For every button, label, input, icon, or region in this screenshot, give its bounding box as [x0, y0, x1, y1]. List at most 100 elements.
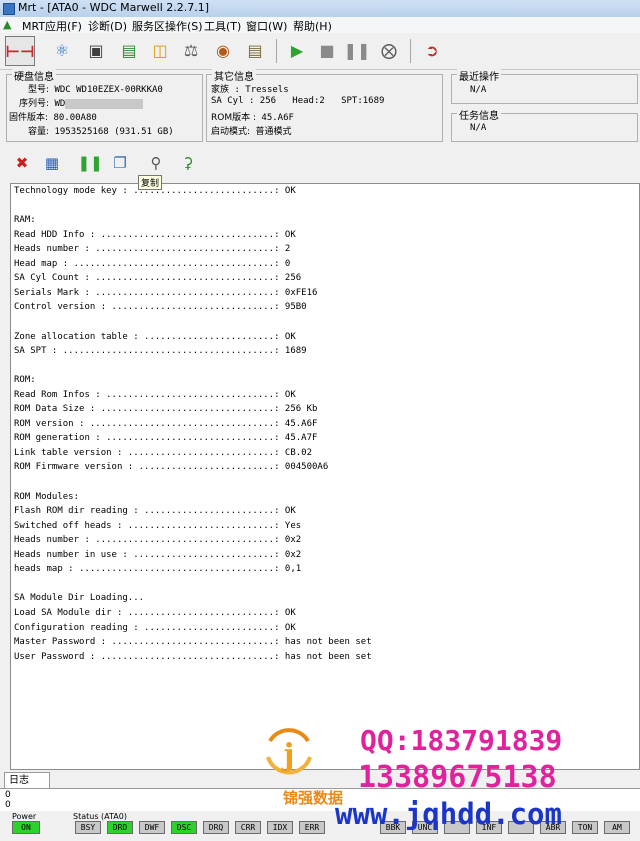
find-icon[interactable]: ⚲: [144, 150, 168, 176]
title-bar: Mrt - [ATA0 - WDC Marwell 2.2.7.1]: [0, 0, 640, 18]
exit-icon[interactable]: ➲: [418, 36, 446, 64]
output-line: Control version : ......................…: [14, 302, 307, 313]
family-row: 家族 : Tressels: [211, 85, 289, 95]
serial-value: WD: [54, 99, 66, 109]
find-next-icon[interactable]: ⚳: [176, 150, 200, 176]
sa-cyl-row: SA Cyl : 256 Head:2 SPT:1689: [211, 96, 385, 106]
menu-bar: ▲ MRT应用(F) 诊断(D) 服务区操作(S) 工具(T) 窗口(W) 帮助…: [0, 17, 640, 34]
output-line: SA SPT : ...............................…: [14, 346, 307, 357]
output-line: ROM Data Size : ........................…: [14, 404, 318, 415]
output-toolbar: ✖ ▦ ❚❚ ❐ ⚲ ⚳: [0, 147, 640, 179]
output-line: ROM Modules:: [14, 491, 80, 502]
output-line: Configuration reading : ................…: [14, 622, 296, 633]
model-row: 型号: WDC WD10EZEX-00RKKA0: [28, 85, 163, 95]
app-menu-icon[interactable]: ▲: [3, 19, 15, 30]
output-line: ROM generation : .......................…: [14, 433, 318, 444]
task-info-panel: 任务信息 N/A: [451, 107, 638, 142]
ata-status-label: Status (ATA0): [73, 812, 127, 821]
watermark-url: www.jqhdd.com: [335, 797, 562, 831]
firmware-row: 固件版本: 80.00A80: [9, 113, 97, 123]
main-toolbar: ⊢⊣ ⚛ ▣ ▤ ◫ ⚖ ◉ ▤ ▶ ■ ❚❚ ⨂ ➲: [0, 33, 640, 70]
head-value: 2: [319, 96, 325, 106]
copy-icon[interactable]: ❐: [108, 150, 132, 176]
stop-icon[interactable]: ■: [313, 36, 341, 64]
spt-value: 1689: [362, 96, 385, 106]
boot-mode-value: 普通模式: [255, 127, 292, 137]
output-line: Link table version : ...................…: [14, 447, 313, 458]
recent-operation-title: 最近操作: [457, 68, 501, 83]
flag-dsc: DSC: [171, 821, 197, 834]
output-line: Master Password : ......................…: [14, 637, 372, 648]
power-label: Power: [12, 812, 37, 821]
tools-icon[interactable]: ⚖: [177, 36, 205, 64]
output-line: ROM version : ..........................…: [14, 418, 318, 429]
output-line: Head map : .............................…: [14, 258, 291, 269]
serial-row: 序列号: WD: [19, 96, 144, 109]
flag-crr: CRR: [235, 821, 261, 834]
task-info-title: 任务信息: [457, 107, 501, 122]
output-line: Read Rom Infos : .......................…: [14, 389, 296, 400]
firmware-value: 80.00A80: [53, 113, 97, 123]
recent-operation-panel: 最近操作 N/A: [451, 68, 638, 104]
sa-cyl-value: : 256: [248, 96, 277, 106]
logo-letter: j: [281, 738, 295, 773]
watermark-phone: 13389675138: [358, 760, 557, 795]
menu-help[interactable]: 帮助(H): [293, 18, 332, 34]
pause-icon[interactable]: ❚❚: [343, 36, 371, 64]
menu-mrt-apps[interactable]: MRT应用(F): [22, 18, 82, 34]
app-icon: [3, 3, 15, 15]
play-icon[interactable]: ▶: [283, 36, 311, 64]
rom-row: ROM版本 : 45.A6F: [211, 113, 294, 123]
rom-value: 45.A6F: [261, 113, 294, 123]
disk-platter-icon[interactable]: ◉: [209, 36, 237, 64]
error-flag: TON: [572, 821, 598, 834]
output-line: ROM Firmware version : .................…: [14, 462, 329, 473]
output-line: ROM:: [14, 375, 36, 386]
menu-window[interactable]: 窗口(W): [246, 18, 287, 34]
capacity-row: 容量: 1953525168 (931.51 GB): [28, 127, 174, 137]
flag-dwf: DWF: [139, 821, 165, 834]
output-line: SA Cyl Count : .........................…: [14, 273, 302, 284]
cancel-icon[interactable]: ⨂: [375, 36, 403, 64]
menu-tools[interactable]: 工具(T): [204, 18, 241, 34]
output-line: Switched off heads : ...................…: [14, 520, 302, 531]
power-indicator: ON: [12, 821, 40, 834]
toolbar-separator: [410, 39, 411, 63]
jq-logo: j: [266, 728, 312, 775]
save-icon[interactable]: ▦: [40, 150, 64, 176]
disk-info-panel: 硬盘信息 型号: WDC WD10EZEX-00RKKA0 序列号: WD 固件…: [6, 68, 203, 142]
output-log[interactable]: Technology mode key : ..................…: [10, 183, 640, 770]
flag-err: ERR: [299, 821, 325, 834]
capacity-value: 1953525168 (931.51 GB): [54, 127, 174, 137]
output-line: Heads number in use : ..................…: [14, 549, 302, 560]
board-icon[interactable]: ▤: [115, 36, 143, 64]
log-line: 0: [5, 790, 11, 800]
tab-log[interactable]: 日志: [4, 772, 50, 789]
output-line: RAM:: [14, 215, 36, 226]
menu-service-area[interactable]: 服务区操作(S): [132, 18, 203, 34]
report-icon[interactable]: ▤: [241, 36, 269, 64]
other-info-panel: 其它信息 家族 : Tressels SA Cyl : 256 Head:2 S…: [206, 68, 443, 142]
drive-info-icon[interactable]: ⚛: [48, 36, 76, 64]
output-line: Heads number : .........................…: [14, 244, 291, 255]
output-line: heads map : ............................…: [14, 564, 302, 575]
chip-icon[interactable]: ▣: [82, 36, 110, 64]
clear-icon[interactable]: ✖: [10, 150, 34, 176]
window-title: Mrt - [ATA0 - WDC Marwell 2.2.7.1]: [18, 1, 210, 14]
output-line: SA Module Dir Loading...: [14, 593, 145, 604]
error-flag: AM: [604, 821, 630, 834]
flag-drd: DRD: [107, 821, 133, 834]
log-line: 0: [5, 800, 11, 810]
disk-info-title: 硬盘信息: [12, 68, 56, 83]
task-info-value: N/A: [470, 123, 487, 133]
output-line: Zone allocation table : ................…: [14, 331, 296, 342]
disk-connect-icon[interactable]: ⊢⊣: [5, 36, 35, 66]
recent-operation-value: N/A: [470, 85, 487, 95]
output-line: Read HDD Info : ........................…: [14, 229, 296, 240]
output-line: Flash ROM dir reading : ................…: [14, 506, 296, 517]
database-icon[interactable]: ◫: [146, 36, 174, 64]
family-value: : Tressels: [234, 85, 289, 95]
menu-diagnostics[interactable]: 诊断(D): [88, 18, 127, 34]
flag-idx: IDX: [267, 821, 293, 834]
pause-output-icon[interactable]: ❚❚: [77, 150, 102, 176]
